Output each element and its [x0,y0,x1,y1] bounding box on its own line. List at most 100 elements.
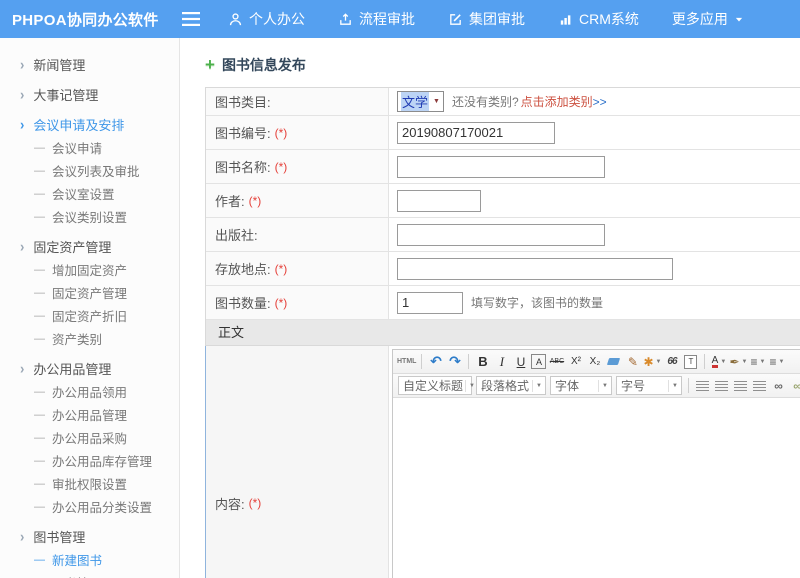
editor-content[interactable] [393,398,800,578]
sidebar-item-supplies-borrow[interactable]: —办公用品领用 [0,380,179,403]
nav-item-label: 个人办公 [249,9,305,29]
sidebar-group-office-supplies[interactable]: ›办公用品管理 [0,356,179,380]
html-source-icon[interactable]: HTML [397,352,416,371]
add-category-link[interactable]: 点击添加类别 [521,95,593,109]
sidebar-item-book-manage[interactable]: —图书管理 [0,571,179,578]
nav-crm-system[interactable]: CRM系统 [558,9,639,29]
dropdown-arrow-icon: ▼ [742,359,748,365]
quantity-input[interactable] [397,292,463,314]
sidebar-item-supplies-inventory[interactable]: —办公用品库存管理 [0,449,179,472]
subscript-icon[interactable]: X₂ [586,352,603,371]
sidebar-item-asset-manage[interactable]: —固定资产管理 [0,281,179,304]
required-mark: (*) [275,296,288,310]
caret-down-icon [734,15,744,24]
sidebar-item-approval-permission[interactable]: —审批权限设置 [0,472,179,495]
sidebar-item-supplies-purchase[interactable]: —办公用品采购 [0,426,179,449]
unordered-list-icon[interactable]: ≡▼ [768,352,785,371]
underline-icon[interactable]: U [512,352,529,371]
nav-more-apps[interactable]: 更多应用 [672,9,744,29]
sidebar-item-meeting-apply[interactable]: —会议申请 [0,136,179,159]
dash-icon: — [34,455,45,467]
sidebar-group-fixed-assets[interactable]: ›固定资产管理 [0,234,179,258]
select-arrow-icon: ▼ [433,98,440,105]
eraser-icon[interactable] [605,352,622,371]
align-justify-icon[interactable] [751,376,768,395]
sidebar-group-news[interactable]: ›新闻管理 [0,52,179,76]
undo-icon[interactable]: ↶ [427,352,444,371]
italic-icon[interactable]: I [493,352,510,371]
align-left-icon[interactable] [694,376,711,395]
font-family-select[interactable]: 字体▼ [550,376,612,395]
sidebar-item-label: 固定资产折旧 [52,306,127,325]
dash-icon: — [34,264,45,276]
sidebar-group-books[interactable]: ›图书管理 [0,524,179,548]
location-input[interactable] [397,258,673,280]
publisher-label: 出版社: [206,218,389,251]
align-center-icon[interactable] [713,376,730,395]
highlight-icon[interactable]: ✒▼ [729,352,747,371]
form-row-quantity: 图书数量: (*) 填写数字，该图书的数量 [206,286,800,320]
sidebar-item-meeting-room-setting[interactable]: —会议室设置 [0,182,179,205]
custom-title-select[interactable]: 自定义标题▼ [398,376,472,395]
book-category-select[interactable]: 文学 ▼ [397,91,444,112]
select-label: 段落格式 [481,377,529,394]
sidebar-group-memorabilia[interactable]: ›大事记管理 [0,82,179,106]
paint-icon[interactable]: ✱▼ [643,352,661,371]
publisher-input[interactable] [397,224,605,246]
book-no-input[interactable] [397,122,555,144]
nav-group-approval[interactable]: 集团审批 [448,9,525,29]
sidebar-item-label: 会议室设置 [52,184,115,203]
body-section-header: 正文 [206,320,800,346]
book-name-input[interactable] [397,156,605,178]
ordered-list-icon[interactable]: ≡▼ [749,352,766,371]
quote-icon[interactable]: 66 [663,352,680,371]
dash-icon: — [34,333,45,345]
nav-personal-office[interactable]: 个人办公 [228,9,305,29]
sidebar-item-book-create[interactable]: —新建图书 [0,548,179,571]
form-row-category: 图书类目: 文学 ▼ 还没有类别? 点击添加类别>> [206,88,800,116]
menu-icon [182,12,200,26]
dash-icon: — [34,386,45,398]
format-brush-icon[interactable]: ✎ [624,352,641,371]
sidebar-group-meeting[interactable]: ›会议申请及安排 [0,112,179,136]
sidebar-item-meeting-category-setting[interactable]: —会议类别设置 [0,205,179,228]
chevron-right-icon: › [20,359,24,376]
label-text: 作者: [215,191,245,210]
sidebar-item-asset-category[interactable]: —资产类别 [0,327,179,350]
sidebar-item-label: 新建图书 [52,550,102,569]
link-icon[interactable]: ∞ [770,376,787,395]
nav-workflow-approval[interactable]: 流程审批 [338,9,415,29]
unlink-icon[interactable]: ∞ [789,376,800,395]
strikethrough-icon[interactable]: ABC [548,352,565,371]
paste-word-icon[interactable]: T [682,352,699,371]
sidebar-item-asset-add[interactable]: —增加固定资产 [0,258,179,281]
nav-item-label: CRM系统 [579,9,639,29]
dash-icon: — [34,409,45,421]
dash-icon: — [34,310,45,322]
dash-icon: — [34,211,45,223]
required-mark: (*) [275,126,288,140]
font-box-icon[interactable]: A [531,354,546,369]
sidebar-item-supplies-manage[interactable]: —办公用品管理 [0,403,179,426]
author-input[interactable] [397,190,481,212]
toolbar-separator [468,354,469,369]
nav-item-label: 集团审批 [469,9,525,29]
font-size-select[interactable]: 字号▼ [616,376,682,395]
sidebar-item-meeting-list-approval[interactable]: —会议列表及审批 [0,159,179,182]
label-text: 图书数量: [215,293,271,312]
paragraph-format-select[interactable]: 段落格式▼ [476,376,546,395]
bold-icon[interactable]: B [474,352,491,371]
menu-toggle-button[interactable] [178,6,204,32]
add-category-link-arrows[interactable]: >> [593,95,607,109]
sidebar-group-label: 新闻管理 [33,55,85,74]
superscript-icon[interactable]: X² [567,352,584,371]
sidebar-item-supplies-category[interactable]: —办公用品分类设置 [0,495,179,518]
top-menu: 个人办公 流程审批 集团审批 CRM系统 更多应用 [228,9,744,29]
align-right-icon[interactable] [732,376,749,395]
sidebar-item-asset-depreciation[interactable]: — 固定资产折旧 [0,304,179,327]
dash-icon: — [34,165,45,177]
font-color-icon[interactable]: A▼ [710,352,727,371]
redo-icon[interactable]: ↷ [446,352,463,371]
label-text: 内容: [215,494,245,513]
select-arrow-icon: ▼ [598,380,608,392]
